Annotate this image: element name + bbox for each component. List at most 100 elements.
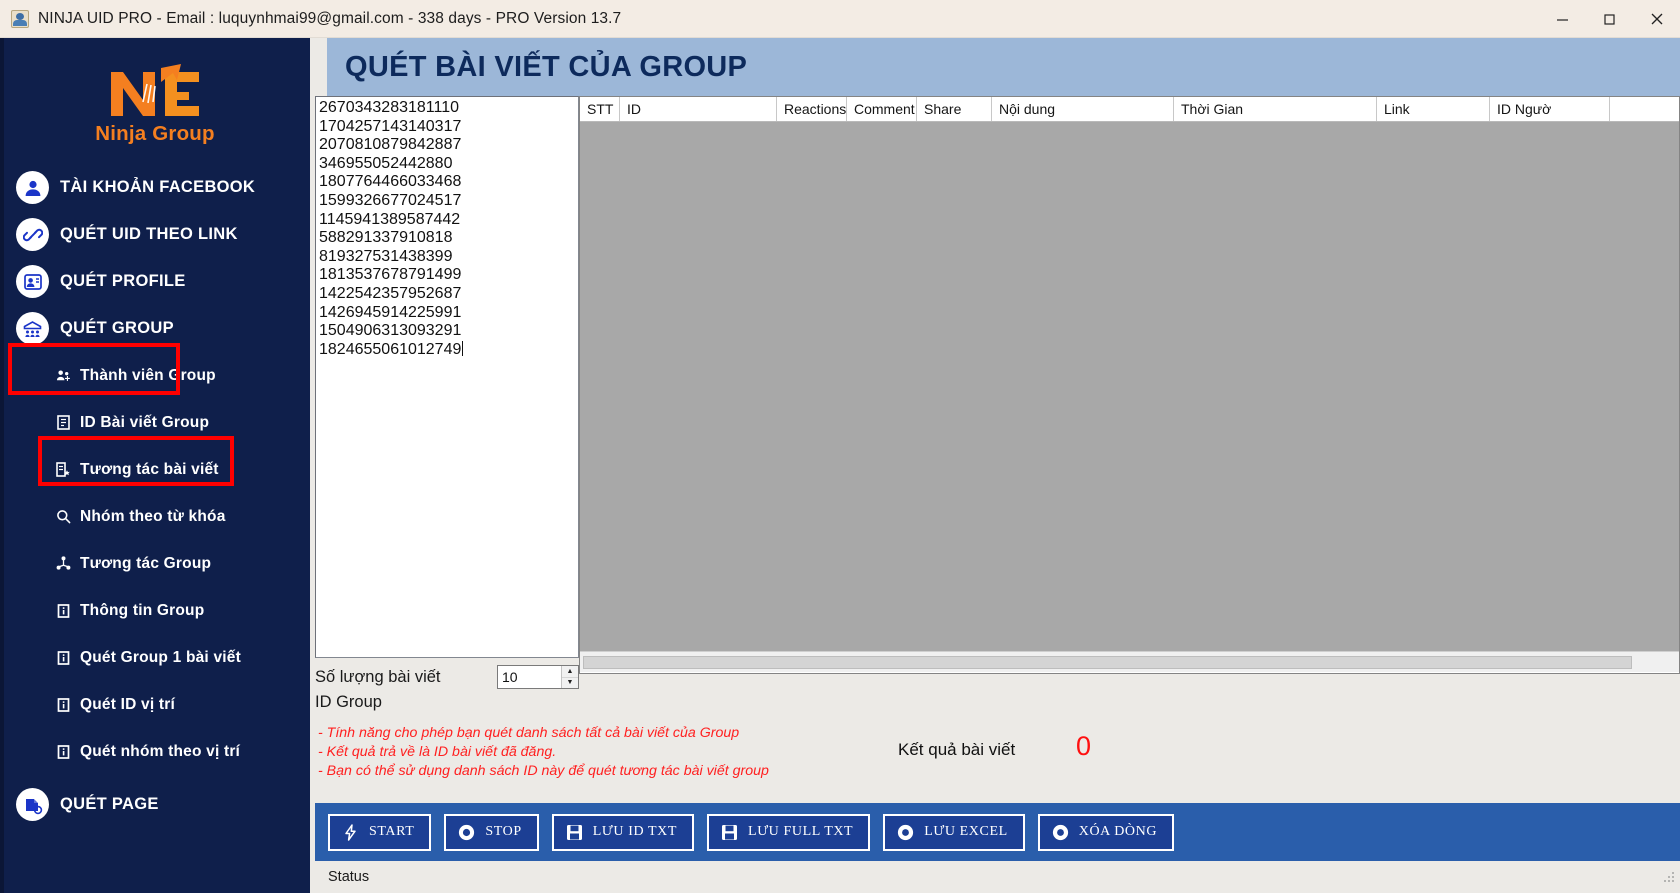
sidebar-item-label: Thành viên Group bbox=[80, 366, 216, 384]
sidebar-item-quet-page[interactable]: QUÉT PAGE bbox=[0, 781, 310, 828]
id-list-textarea[interactable]: 2670343283181110 1704257143140317 207081… bbox=[315, 96, 579, 658]
id-list-line: 1145941389587442 bbox=[319, 210, 461, 228]
id-list-line-last: 1824655061012749 bbox=[319, 340, 578, 360]
sidebar-item-nhom-theo-tu-khoa[interactable]: Nhóm theo từ khóa bbox=[0, 493, 310, 540]
delete-row-button-label: XÓA DÒNG bbox=[1078, 824, 1158, 839]
resize-grip-icon[interactable] bbox=[1662, 870, 1676, 884]
people-add-icon bbox=[55, 368, 71, 384]
stop-button[interactable]: STOP bbox=[444, 813, 539, 851]
id-list-line: 1599326677024517 bbox=[319, 191, 462, 209]
save-excel-button[interactable]: LƯU EXCEL bbox=[883, 813, 1025, 851]
minimize-icon[interactable] bbox=[1539, 0, 1586, 38]
record-circle-icon bbox=[896, 823, 915, 842]
grid-body-empty bbox=[580, 122, 1679, 651]
grid-col-share[interactable]: Share bbox=[917, 97, 992, 121]
grid-scroll-thumb[interactable] bbox=[583, 655, 1633, 669]
grid-col-reactions[interactable]: Reactions bbox=[777, 97, 847, 121]
app-logo: Ninja Group bbox=[0, 38, 310, 146]
sidebar-item-quet-group-1-bai-viet[interactable]: Quét Group 1 bài viết bbox=[0, 634, 310, 681]
id-list-line: 819327531438399 bbox=[319, 247, 453, 265]
post-quantity-stepper[interactable]: 10 ▲ ▼ bbox=[497, 665, 579, 689]
document-icon bbox=[55, 415, 71, 431]
id-list-line: 2670343283181110 bbox=[319, 99, 459, 116]
sidebar-item-label: Nhóm theo từ khóa bbox=[80, 507, 226, 525]
start-button[interactable]: START bbox=[328, 813, 432, 851]
profile-card-icon bbox=[16, 265, 49, 298]
save-id-txt-button[interactable]: LƯU ID TXT bbox=[551, 813, 695, 851]
id-list-line-text: 1824655061012749 bbox=[319, 340, 462, 358]
page-scan-icon bbox=[16, 788, 49, 821]
sidebar-item-label: Tương tác bài viết bbox=[80, 460, 219, 478]
start-button-label: START bbox=[369, 824, 415, 839]
sidebar-item-tuong-tac-group[interactable]: Tương tác Group bbox=[0, 540, 310, 587]
search-icon bbox=[55, 509, 71, 525]
feature-note-line: - Kết quả trả về là ID bài viết đã đăng. bbox=[318, 744, 557, 760]
sidebar-item-quet-profile[interactable]: QUÉT PROFILE bbox=[0, 258, 310, 305]
spin-up-icon[interactable]: ▲ bbox=[562, 666, 578, 678]
save-id-txt-button-label: LƯU ID TXT bbox=[592, 824, 678, 839]
sidebar-item-id-bai-viet-group[interactable]: ID Bài viết Group bbox=[0, 399, 310, 446]
results-grid[interactable]: STT ID Reactions Comment Share Nội dung … bbox=[579, 96, 1680, 674]
grid-col-link[interactable]: Link bbox=[1377, 97, 1490, 121]
delete-row-button[interactable]: XÓA DÒNG bbox=[1037, 813, 1175, 851]
sidebar-item-tai-khoan-facebook[interactable]: TÀI KHOẢN FACEBOOK bbox=[0, 164, 310, 211]
grid-col-noi-dung[interactable]: Nội dung bbox=[992, 97, 1174, 121]
main-content: QUÉT BÀI VIẾT CỦA GROUP 2670343283181110… bbox=[310, 38, 1680, 893]
post-quantity-spin-buttons[interactable]: ▲ ▼ bbox=[561, 666, 578, 688]
sidebar-item-thanh-vien-group[interactable]: Thành viên Group bbox=[0, 352, 310, 399]
id-list-line: 1704257143140317 bbox=[319, 117, 462, 135]
stop-circle-icon bbox=[457, 823, 476, 842]
id-list-line: 1807764466033468 bbox=[319, 173, 462, 191]
sidebar-item-label: TÀI KHOẢN FACEBOOK bbox=[60, 178, 256, 196]
sidebar-item-label: QUÉT PROFILE bbox=[60, 272, 186, 290]
status-bar: Status bbox=[315, 861, 1680, 893]
grid-col-id-nguoi[interactable]: ID Ngườ bbox=[1490, 97, 1610, 121]
info-square-icon bbox=[55, 650, 71, 666]
sidebar-item-label: QUÉT GROUP bbox=[60, 319, 174, 337]
sidebar-item-tuong-tac-bai-viet[interactable]: Tương tác bài viết bbox=[0, 446, 310, 493]
save-disk-icon bbox=[565, 823, 584, 842]
id-list-line: 588291337910818 bbox=[319, 229, 453, 247]
save-full-txt-button[interactable]: LƯU FULL TXT bbox=[707, 813, 871, 851]
result-label: Kết quả bài viết bbox=[898, 740, 1016, 759]
post-quantity-label: Số lượng bài viết bbox=[315, 667, 441, 686]
sidebar-item-label: QUÉT PAGE bbox=[60, 795, 159, 813]
page-header: QUÉT BÀI VIẾT CỦA GROUP bbox=[327, 38, 1680, 96]
window-titlebar: NINJA UID PRO - Email : luquynhmai99@gma… bbox=[0, 0, 1680, 38]
id-list-line: 1504906313093291 bbox=[319, 322, 462, 340]
sidebar-item-quet-group[interactable]: QUÉT GROUP bbox=[0, 305, 310, 352]
close-icon[interactable] bbox=[1633, 0, 1680, 38]
page-title: QUÉT BÀI VIẾT CỦA GROUP bbox=[345, 50, 748, 83]
sidebar-item-quet-uid-theo-link[interactable]: QUÉT UID THEO LINK bbox=[0, 211, 310, 258]
sidebar-item-quet-id-vi-tri[interactable]: Quét ID vị trí bbox=[0, 681, 310, 728]
sidebar-item-label: QUÉT UID THEO LINK bbox=[60, 225, 238, 243]
status-label: Status bbox=[328, 869, 370, 885]
feature-note-line: - Tính năng cho phép bạn quét danh sách … bbox=[318, 725, 740, 741]
grid-col-comment[interactable]: Comment bbox=[847, 97, 917, 121]
sidebar-item-quet-nhom-theo-vi-tri[interactable]: Quét nhóm theo vị trí bbox=[0, 728, 310, 775]
document-star-icon bbox=[55, 462, 71, 478]
text-caret bbox=[462, 340, 464, 356]
grid-horizontal-scrollbar[interactable] bbox=[580, 651, 1679, 672]
bolt-icon bbox=[341, 823, 360, 842]
id-list-line: 1426945914225991 bbox=[319, 303, 462, 321]
sidebar-item-thong-tin-group[interactable]: Thông tin Group bbox=[0, 587, 310, 634]
user-circle-icon bbox=[16, 171, 49, 204]
maximize-icon[interactable] bbox=[1586, 0, 1633, 38]
save-full-txt-button-label: LƯU FULL TXT bbox=[748, 824, 854, 839]
save-excel-button-label: LƯU EXCEL bbox=[924, 824, 1008, 839]
info-square-icon bbox=[55, 697, 71, 713]
feature-notes: - Tính năng cho phép bạn quét danh sách … bbox=[318, 724, 769, 781]
grid-col-id[interactable]: ID bbox=[620, 97, 777, 121]
share-node-icon bbox=[55, 556, 71, 572]
grid-col-stt[interactable]: STT bbox=[580, 97, 620, 121]
grid-col-thoi-gian[interactable]: Thời Gian bbox=[1174, 97, 1377, 121]
sidebar-item-label: Tương tác Group bbox=[80, 554, 212, 572]
id-group-label: ID Group bbox=[315, 693, 382, 711]
post-quantity-input[interactable]: 10 bbox=[498, 666, 561, 688]
info-square-icon bbox=[55, 744, 71, 760]
action-button-bar: START STOP LƯU ID TXT LƯU FULL TXT LƯU E… bbox=[315, 803, 1680, 861]
info-square-icon bbox=[55, 603, 71, 619]
spin-down-icon[interactable]: ▼ bbox=[562, 678, 578, 689]
sidebar-item-label: Thông tin Group bbox=[80, 601, 205, 619]
